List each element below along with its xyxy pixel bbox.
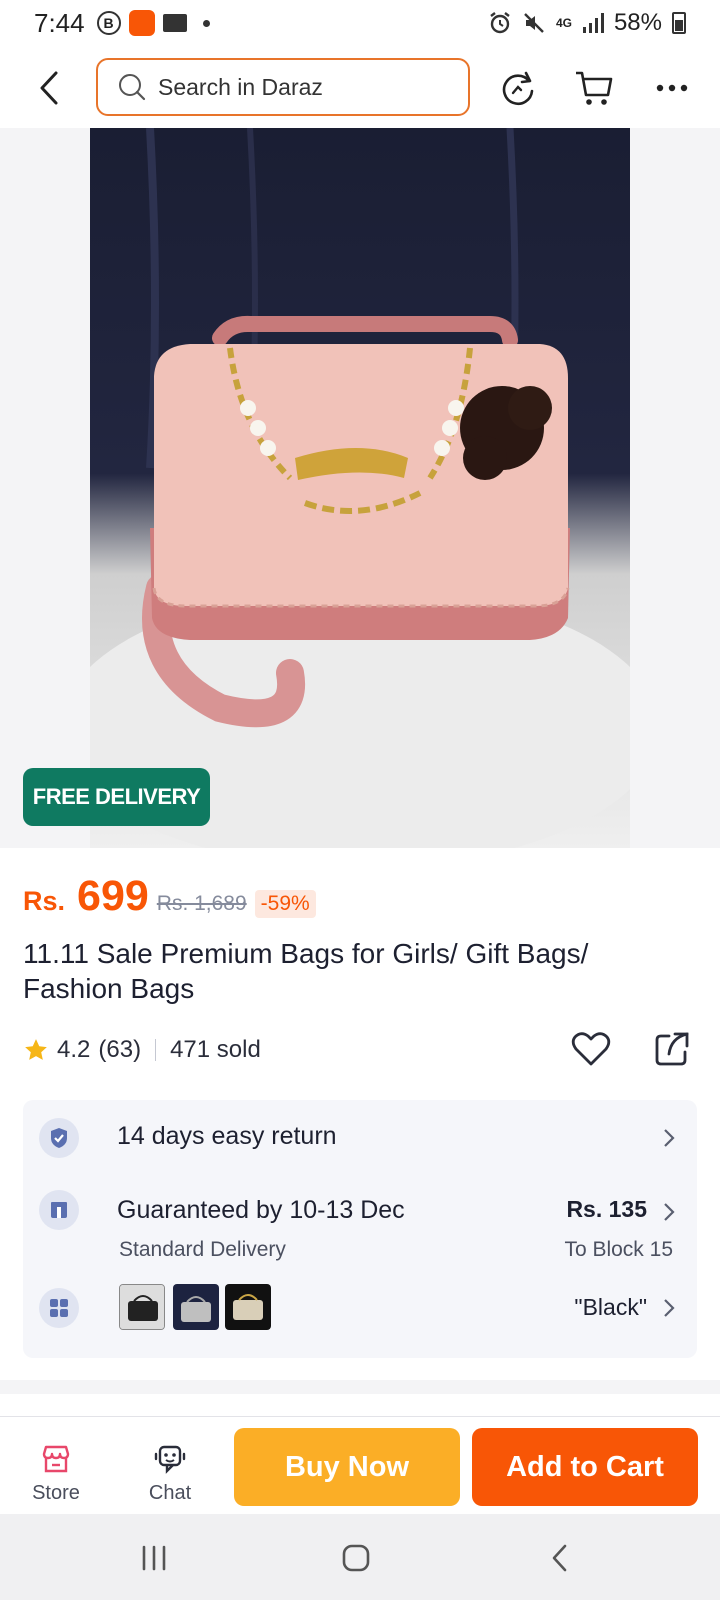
discount-badge: -59% bbox=[254, 890, 316, 918]
delivery-guarantee: Guaranteed by 10-13 Dec bbox=[117, 1196, 405, 1224]
delivery-info-card: 14 days easy return Guaranteed by 10-13 … bbox=[23, 1100, 697, 1358]
search-input[interactable]: Search in Daraz bbox=[96, 58, 470, 116]
product-title: 11.11 Sale Premium Bags for Girls/ Gift … bbox=[23, 938, 589, 1004]
status-bar: 7:44 B 4G 58% bbox=[0, 0, 720, 46]
variant-thumbnail[interactable] bbox=[173, 1284, 219, 1330]
return-policy-row[interactable]: 14 days easy return bbox=[39, 1118, 681, 1158]
section-divider bbox=[0, 1380, 720, 1394]
back-icon bbox=[552, 1544, 567, 1572]
delivery-row[interactable]: Guaranteed by 10-13 Dec Standard Deliver… bbox=[39, 1190, 681, 1266]
notification-dot-icon bbox=[202, 19, 210, 27]
history-icon bbox=[502, 71, 534, 106]
more-icon bbox=[656, 84, 688, 92]
chat-button[interactable]: Chat bbox=[130, 1444, 210, 1505]
network-type: 4G bbox=[555, 16, 572, 30]
recent-apps-icon bbox=[142, 1545, 166, 1571]
selected-variant: "Black" bbox=[574, 1294, 647, 1320]
folder-icon bbox=[162, 14, 187, 32]
daraz-app-icon bbox=[128, 10, 155, 36]
search-placeholder: Search in Daraz bbox=[158, 73, 323, 100]
home-button[interactable] bbox=[336, 1542, 376, 1574]
store-label: Store bbox=[32, 1482, 80, 1504]
chevron-right-icon bbox=[664, 1203, 675, 1221]
status-time: 7:44 bbox=[34, 7, 85, 38]
alarm-icon bbox=[490, 12, 510, 34]
divider bbox=[155, 1039, 157, 1061]
variant-thumbnail[interactable] bbox=[119, 1284, 165, 1330]
product-gallery[interactable] bbox=[0, 128, 720, 848]
variant-thumbnail[interactable] bbox=[225, 1284, 271, 1330]
chevron-right-icon bbox=[664, 1299, 675, 1317]
battery-percent: 58% bbox=[613, 9, 662, 36]
recent-apps-button[interactable] bbox=[134, 1542, 174, 1574]
price-row: Rs. 699 Rs. 1,689 -59% bbox=[23, 872, 316, 921]
rating-row: 4.2 (63) 471 sold bbox=[23, 1030, 703, 1070]
chevron-right-icon bbox=[664, 1129, 675, 1147]
back-arrow-icon[interactable] bbox=[34, 70, 64, 106]
chat-icon bbox=[154, 1445, 186, 1474]
top-header: Search in Daraz bbox=[0, 56, 720, 120]
product-image[interactable] bbox=[90, 128, 630, 848]
original-price: Rs. 1,689 bbox=[156, 892, 247, 915]
cart-icon bbox=[576, 71, 613, 105]
chat-label: Chat bbox=[148, 1482, 192, 1504]
battery-icon bbox=[672, 12, 686, 34]
store-button[interactable]: Store bbox=[16, 1444, 96, 1505]
buy-now-button[interactable]: Buy Now bbox=[234, 1428, 460, 1506]
package-icon bbox=[39, 1190, 79, 1230]
review-count[interactable]: (63) bbox=[98, 1036, 141, 1064]
cart-button[interactable] bbox=[572, 66, 616, 110]
wishlist-heart-icon[interactable] bbox=[571, 1030, 611, 1068]
shield-check-icon bbox=[39, 1118, 79, 1158]
home-icon bbox=[342, 1544, 370, 1572]
more-button[interactable] bbox=[650, 66, 694, 110]
rating-value[interactable]: 4.2 bbox=[57, 1036, 90, 1064]
handbag-illustration bbox=[90, 128, 630, 848]
add-to-cart-button[interactable]: Add to Cart bbox=[472, 1428, 698, 1506]
free-delivery-badge: FREE DELIVERY bbox=[23, 768, 210, 826]
bottom-bar-border bbox=[0, 1416, 720, 1417]
search-icon bbox=[119, 74, 146, 101]
delivery-type: Standard Delivery bbox=[119, 1238, 286, 1261]
delivery-location: To Block 15 bbox=[564, 1238, 673, 1261]
delivery-fee: Rs. 135 bbox=[566, 1196, 647, 1222]
star-icon bbox=[25, 1039, 47, 1060]
signal-icon bbox=[582, 13, 604, 33]
system-back-button[interactable] bbox=[540, 1542, 580, 1574]
price-currency: Rs. bbox=[23, 886, 66, 916]
return-text: 14 days easy return bbox=[117, 1122, 337, 1150]
share-icon[interactable] bbox=[653, 1030, 691, 1068]
variants-grid-icon bbox=[39, 1288, 79, 1328]
variant-row[interactable]: "Black" bbox=[39, 1284, 681, 1332]
sold-count: 471 sold bbox=[170, 1036, 261, 1063]
store-icon bbox=[42, 1445, 70, 1473]
mute-icon bbox=[524, 13, 544, 33]
system-nav-bar bbox=[0, 1514, 720, 1600]
b-icon: B bbox=[96, 11, 121, 35]
bottom-action-bar: Store Chat Buy Now Add to Cart bbox=[0, 1418, 720, 1514]
current-price: 699 bbox=[77, 872, 149, 920]
history-button[interactable] bbox=[496, 66, 540, 110]
